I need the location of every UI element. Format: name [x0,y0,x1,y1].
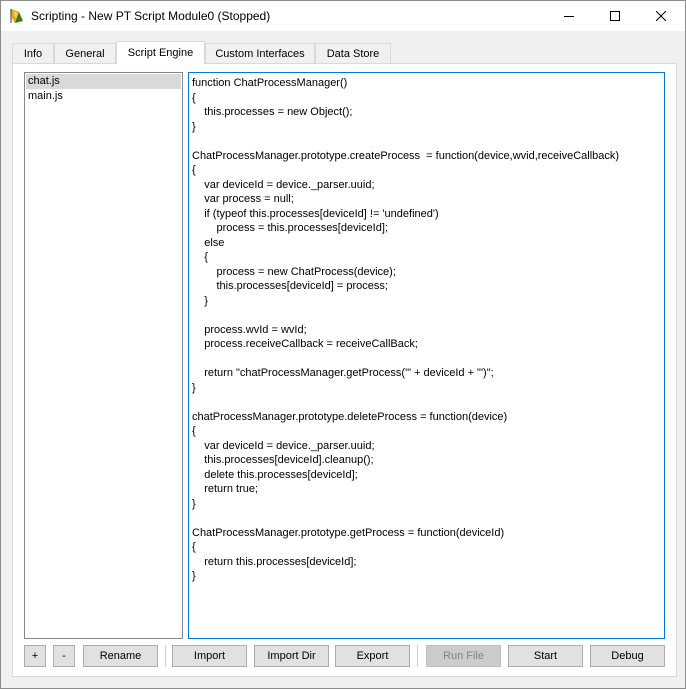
run-file-button[interactable]: Run File [426,645,501,667]
tab-info[interactable]: Info [12,43,54,63]
code-line: } [192,497,196,510]
code-line: this.processes[deviceId] = process; [192,280,388,292]
file-name: main.js [28,90,63,102]
import-dir-button[interactable]: Import Dir [254,645,329,667]
tab-data-store-label: Data Store [326,47,380,60]
toolbar-separator [417,645,418,667]
add-file-button[interactable]: + [24,645,46,667]
tab-strip: Info General Script Engine Custom Interf… [12,41,676,64]
run-file-label: Run File [443,650,484,662]
code-line: return "chatProcessManager.getProcess('"… [192,367,494,379]
scripting-window: Scripting - New PT Script Module0 (Stopp… [0,0,686,689]
tab-general[interactable]: General [54,43,116,63]
debug-label: Debug [611,650,644,662]
import-dir-label: Import Dir [267,650,316,662]
code-line: process.receiveCallback = receiveCallBac… [192,338,418,350]
script-engine-panel: chat.js main.js function ChatProcessMana… [12,63,677,677]
code-line: delete this.processes[deviceId]; [192,468,358,481]
title-bar[interactable]: Scripting - New PT Script Module0 (Stopp… [1,1,685,31]
code-line: } [192,120,196,133]
code-line: ChatProcessManager.prototype.createProce… [192,149,620,162]
window-title: Scripting - New PT Script Module0 (Stopp… [31,9,271,23]
code-line: this.processes = new Object(); [192,106,353,118]
code-line: { [192,164,196,176]
toolbar-separator [165,645,166,667]
remove-label: - [62,650,66,662]
export-button[interactable]: Export [335,645,410,667]
code-line: var deviceId = device._parser.uuid; [192,178,375,191]
import-label: Import [193,650,226,662]
file-item-main-js[interactable]: main.js [26,89,181,104]
close-icon [656,11,666,21]
code-line: function ChatProcessManager() [192,77,348,89]
code-line: if (typeof this.processes[deviceId] != '… [192,207,439,220]
code-line: else [192,236,225,249]
code-line: ChatProcessManager.prototype.getProcess … [192,526,505,539]
minimize-button[interactable] [546,1,592,31]
file-item-chat-js[interactable]: chat.js [26,74,181,89]
add-label: + [31,650,39,662]
code-line: } [192,570,196,582]
tab-custom-interfaces[interactable]: Custom Interfaces [205,43,315,63]
remove-file-button[interactable]: - [53,645,75,667]
code-line: return true; [192,483,259,495]
code-line: } [192,381,196,394]
code-line: var deviceId = device._parser.uuid; [192,439,375,452]
packet-tracer-app-icon [10,8,24,24]
code-line: var process = null; [192,193,294,205]
start-button[interactable]: Start [508,645,583,667]
code-line: { [192,251,208,263]
code-line: } [192,294,208,307]
minimize-icon [564,16,574,17]
maximize-icon [610,11,620,21]
tab-script-engine-label: Script Engine [127,47,194,59]
code-line: chatProcessManager.prototype.deleteProce… [192,410,508,423]
rename-label: Rename [99,650,142,662]
tab-script-engine[interactable]: Script Engine [116,41,205,64]
code-line: { [192,91,196,104]
close-button[interactable] [638,1,684,31]
code-line: return this.processes[deviceId]; [192,555,357,568]
code-line: process = this.processes[deviceId]; [192,222,388,234]
code-line: { [192,425,196,437]
start-label: Start [533,650,558,662]
tab-custom-interfaces-label: Custom Interfaces [215,47,305,60]
script-file-list[interactable]: chat.js main.js [24,72,183,639]
tab-info-label: Info [23,47,43,60]
code-line: process.wvId = wvId; [192,323,307,336]
code-line: { [192,541,196,553]
maximize-button[interactable] [592,1,638,31]
debug-button[interactable]: Debug [590,645,665,667]
rename-button[interactable]: Rename [83,645,158,667]
export-label: Export [356,650,389,662]
file-name: chat.js [28,75,60,87]
import-button[interactable]: Import [172,645,247,667]
tab-data-store[interactable]: Data Store [315,43,391,63]
tab-general-label: General [65,47,105,60]
code-line: process = new ChatProcess(device); [192,265,396,278]
code-editor[interactable]: function ChatProcessManager() { this.pro… [188,72,665,639]
code-line: this.processes[deviceId].cleanup(); [192,454,374,466]
